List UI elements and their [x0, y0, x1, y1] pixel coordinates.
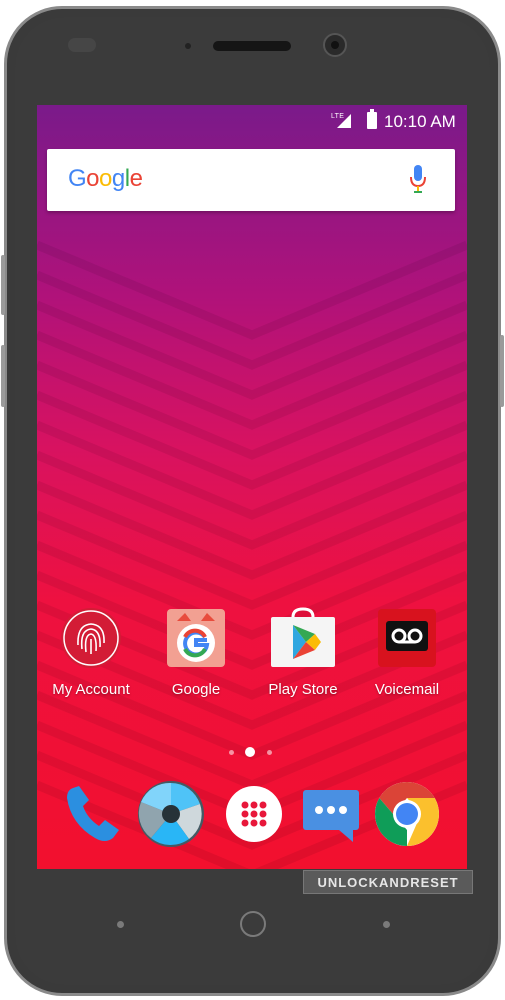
back-key[interactable]	[117, 921, 124, 928]
signal-icon	[337, 114, 351, 128]
dock-phone[interactable]	[61, 780, 129, 848]
earpiece-speaker	[213, 41, 291, 51]
voicemail-icon	[376, 607, 438, 669]
chrome-icon	[375, 782, 439, 846]
app-label: My Account	[52, 681, 130, 698]
app-label: Google	[171, 681, 221, 698]
watermark: UNLOCKANDRESET	[303, 870, 473, 894]
status-clock: 10:10 AM	[384, 112, 456, 131]
google-search-bar[interactable]: Google	[47, 149, 455, 211]
page-dot[interactable]	[229, 750, 234, 755]
recents-key[interactable]	[383, 921, 390, 928]
camera-icon	[138, 781, 204, 847]
app-my-account[interactable]: My Account	[43, 607, 139, 698]
front-camera-icon	[323, 33, 347, 57]
phone-icon	[67, 786, 119, 841]
app-drawer-icon	[226, 786, 282, 842]
page-indicator	[225, 745, 285, 759]
play-store-icon	[271, 607, 335, 669]
google-g-icon	[165, 607, 227, 669]
app-play-store[interactable]: Play Store	[255, 607, 351, 698]
google-logo: Google	[68, 165, 143, 192]
status-bar: LTE 10:10 AM	[37, 105, 467, 137]
home-key[interactable]	[240, 911, 266, 937]
battery-icon	[367, 109, 377, 129]
flash-icon	[68, 38, 96, 52]
page-dot[interactable]	[267, 750, 272, 755]
dock-camera[interactable]	[137, 780, 205, 848]
page-dot-active[interactable]	[245, 747, 255, 757]
app-google[interactable]: Google	[148, 607, 244, 698]
fingerprint-icon	[60, 607, 122, 669]
dock-messages[interactable]	[297, 780, 365, 848]
mic-icon[interactable]	[409, 165, 427, 195]
volume-button	[1, 255, 5, 315]
side-key	[500, 335, 504, 407]
app-voicemail[interactable]: Voicemail	[359, 607, 455, 698]
proximity-sensor	[185, 43, 191, 49]
home-screen[interactable]: LTE 10:10 AM Google My Account Google Pl…	[37, 105, 467, 869]
dock-chrome[interactable]	[373, 780, 441, 848]
dock-app-drawer[interactable]	[220, 780, 288, 848]
messages-icon	[303, 790, 359, 842]
app-label: Play Store	[268, 681, 338, 698]
app-label: Voicemail	[374, 681, 440, 698]
power-button	[1, 345, 5, 407]
